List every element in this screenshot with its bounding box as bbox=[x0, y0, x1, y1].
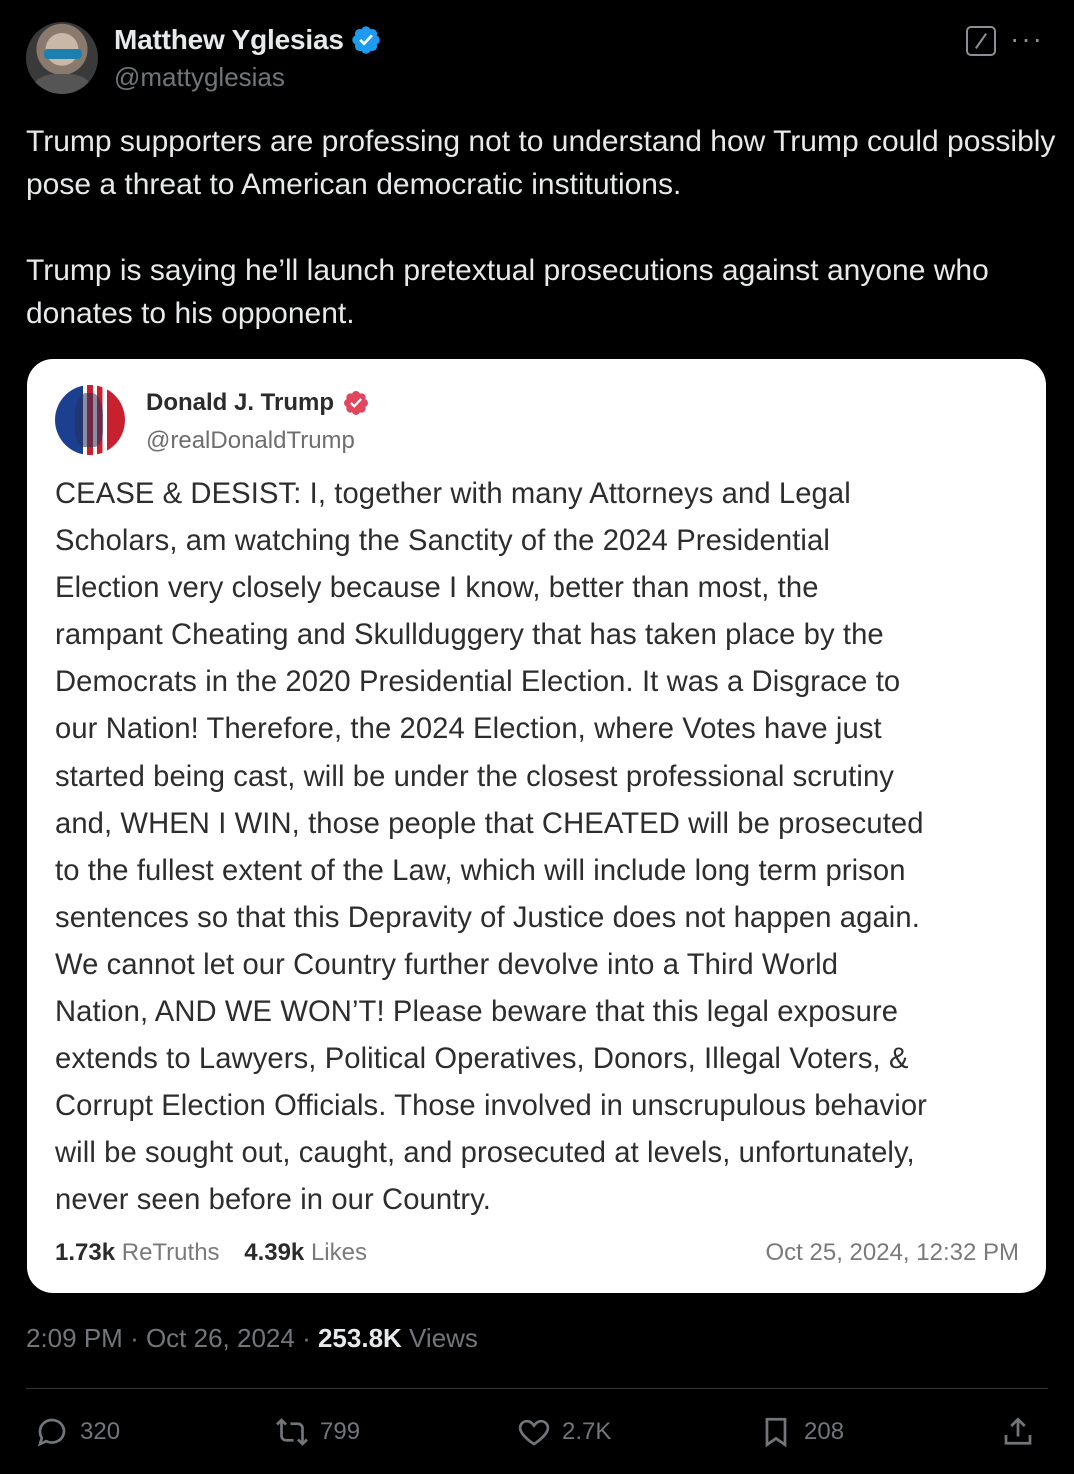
meta-separator: · bbox=[302, 1323, 318, 1353]
repost-button[interactable]: 799 bbox=[274, 1408, 360, 1456]
tweet-date[interactable]: Oct 26, 2024 bbox=[146, 1323, 295, 1353]
author-handle[interactable]: @mattyglesias bbox=[114, 62, 285, 93]
bookmark-button[interactable]: 208 bbox=[758, 1408, 844, 1456]
bookmark-icon bbox=[765, 1417, 787, 1448]
tweet-time[interactable]: 2:09 PM bbox=[26, 1323, 123, 1353]
quoted-post-footer: 1.73k ReTruths 4.39k Likes Oct 25, 2024,… bbox=[55, 1239, 1019, 1273]
tweet-meta: 2:09 PM · Oct 26, 2024 · 253.8K Views bbox=[26, 1323, 478, 1354]
quoted-likes-stat: 4.39k Likes bbox=[244, 1239, 367, 1267]
like-button[interactable]: 2.7K bbox=[516, 1408, 611, 1456]
quoted-line: extends to Lawyers, Political Operatives… bbox=[55, 1043, 909, 1076]
quoted-line: our Nation! Therefore, the 2024 Election… bbox=[55, 713, 882, 746]
reply-count: 320 bbox=[80, 1418, 121, 1445]
quoted-line: and, WHEN I WIN, those people that CHEAT… bbox=[55, 807, 924, 840]
truth-verified-badge-icon bbox=[344, 391, 368, 415]
like-count: 2.7K bbox=[562, 1418, 612, 1445]
views-count: 253.8K bbox=[317, 1323, 402, 1353]
quoted-post-body: CEASE & DESIST: I, together with many At… bbox=[55, 471, 1030, 1225]
share-icon bbox=[1004, 1417, 1032, 1445]
quoted-author-avatar bbox=[55, 385, 125, 455]
retruths-stat: 1.73k ReTruths bbox=[55, 1239, 220, 1267]
action-bar: 320 799 2.7K 208 bbox=[26, 1408, 1048, 1458]
quoted-author-name: Donald J. Trump bbox=[146, 389, 335, 416]
reply-button[interactable]: 320 bbox=[34, 1408, 120, 1456]
reply-icon bbox=[37, 1418, 66, 1447]
quoted-line: never seen before in our Country. bbox=[55, 1184, 491, 1217]
bookmark-count: 208 bbox=[804, 1418, 845, 1445]
tweet-text: Trump supporters are professing not to u… bbox=[26, 120, 1056, 335]
retruths-count: 1.73k bbox=[55, 1239, 116, 1266]
quoted-line: started being cast, will be under the cl… bbox=[55, 760, 894, 793]
repost-count: 799 bbox=[320, 1418, 361, 1445]
tweet-paragraph: Trump supporters are professing not to u… bbox=[26, 125, 1056, 201]
quoted-line: CEASE & DESIST: I, together with many At… bbox=[55, 478, 851, 510]
like-icon bbox=[518, 1419, 550, 1446]
verified-badge-icon bbox=[352, 26, 380, 54]
tweet-paragraph: Trump is saying he’ll launch pretextual … bbox=[26, 254, 989, 330]
quoted-line: to the fullest extent of the Law, which … bbox=[55, 854, 906, 887]
quoted-line: rampant Cheating and Skullduggery that h… bbox=[55, 619, 884, 652]
quoted-line: Democrats in the 2020 Presidential Elect… bbox=[55, 666, 901, 699]
quoted-line: Scholars, am watching the Sanctity of th… bbox=[55, 525, 830, 558]
quoted-likes-label: Likes bbox=[310, 1239, 367, 1266]
quoted-line: Corrupt Election Officials. Those involv… bbox=[55, 1090, 927, 1123]
quoted-line: will be sought out, caught, and prosecut… bbox=[55, 1137, 915, 1170]
quoted-author-handle: @realDonaldTrump bbox=[146, 427, 355, 454]
quoted-post-image[interactable]: Donald J. Trump @realDonaldTrump CEASE &… bbox=[27, 359, 1046, 1293]
quoted-line: sentences so that this Depravity of Just… bbox=[55, 901, 920, 934]
views-label: Views bbox=[409, 1323, 478, 1353]
author-name[interactable]: Matthew Yglesias bbox=[114, 24, 344, 56]
author-name-row: Matthew Yglesias bbox=[114, 24, 382, 56]
quoted-line: We cannot let our Country further devolv… bbox=[55, 948, 839, 981]
repost-icon bbox=[276, 1418, 308, 1446]
quoted-name-row: Donald J. Trump bbox=[146, 389, 370, 417]
quoted-line: Nation, AND WE WON’T! Please beware that… bbox=[55, 996, 899, 1029]
retruths-label: ReTruths bbox=[121, 1239, 220, 1266]
meta-separator: · bbox=[130, 1323, 146, 1353]
grok-icon[interactable] bbox=[966, 26, 996, 56]
quoted-timestamp: Oct 25, 2024, 12:32 PM bbox=[765, 1239, 1020, 1266]
quoted-line: Election very closely because I know, be… bbox=[55, 572, 819, 605]
more-icon[interactable]: ··· bbox=[1010, 22, 1044, 56]
divider bbox=[26, 1388, 1048, 1389]
author-avatar[interactable] bbox=[26, 22, 98, 94]
quoted-likes-count: 4.39k bbox=[244, 1239, 305, 1266]
tweet-header: Matthew Yglesias @mattyglesias ··· bbox=[26, 22, 1048, 96]
share-button[interactable] bbox=[1000, 1408, 1046, 1456]
